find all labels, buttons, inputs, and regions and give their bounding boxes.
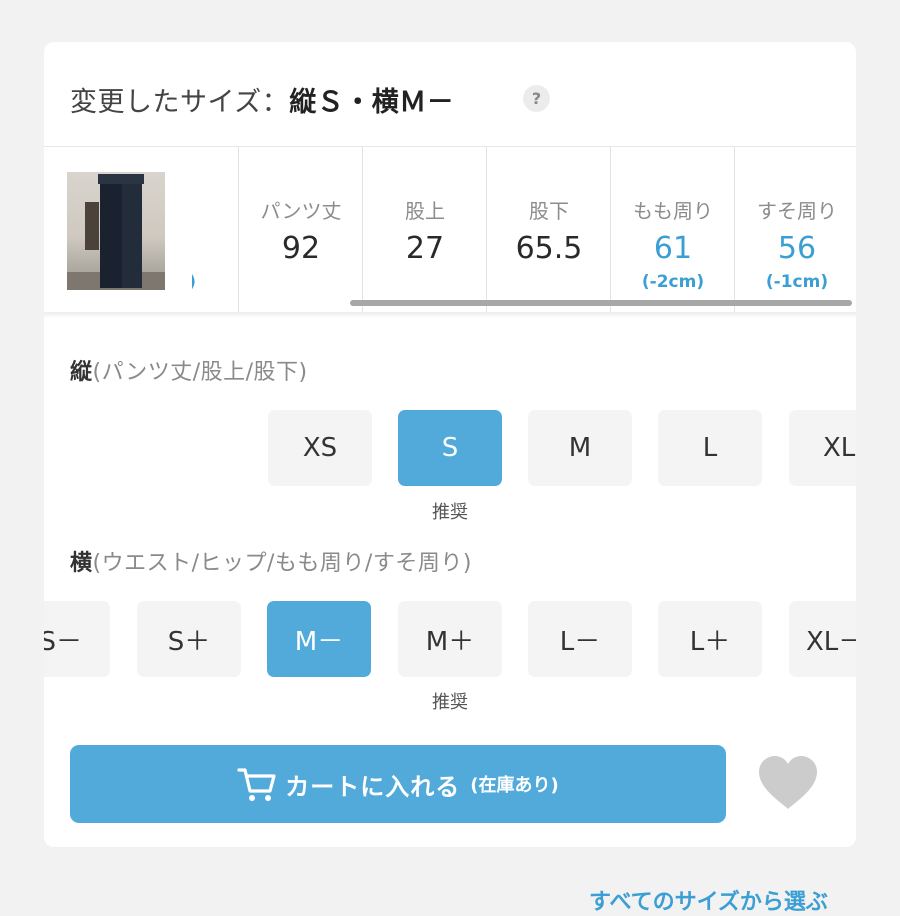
measurement-label: 股上 xyxy=(405,199,445,223)
measurement-column-pants-length: パンツ丈 92 xyxy=(238,147,363,313)
measurement-columns: プ ･ n) パンツ丈 92 股上 27 股下 65.5 もも周り 61 (-2… xyxy=(172,147,856,313)
measurement-column-hem: すそ周り 56 (-1cm) xyxy=(734,147,856,313)
size-button-l-minus[interactable]: L－ xyxy=(528,601,632,677)
measurement-column-thigh: もも周り 61 (-2cm) xyxy=(610,147,735,313)
cart-icon xyxy=(237,768,276,801)
size-button-s[interactable]: S xyxy=(398,410,502,486)
selected-size-value: 縦Ｓ・横Ｍ－ xyxy=(289,87,455,118)
measurement-label: すそ周り xyxy=(757,199,837,223)
page-title: 変更したサイズ：縦Ｓ・横Ｍ－ xyxy=(70,80,454,119)
add-to-cart-button[interactable]: カートに入れる (在庫あり) xyxy=(70,745,726,823)
measurement-diff: (-2cm) xyxy=(641,272,705,292)
measurement-strip[interactable]: プ ･ n) パンツ丈 92 股上 27 股下 65.5 もも周り 61 (-2… xyxy=(44,146,856,313)
vertical-head: 縦 xyxy=(70,360,93,385)
size-button-m-plus[interactable]: M＋ xyxy=(398,601,502,677)
size-button-xs[interactable]: XS xyxy=(268,410,372,486)
horizontal-head: 横 xyxy=(70,551,93,576)
measurement-label: パンツ丈 xyxy=(260,199,342,223)
product-thumbnail[interactable] xyxy=(67,172,165,290)
measurement-column-rise: 股上 27 xyxy=(362,147,487,313)
size-button-m[interactable]: M xyxy=(528,410,632,486)
stock-status: (在庫あり) xyxy=(470,775,559,796)
horizontal-size-label: 横(ウエスト/ヒップ/もも周り/すそ周り) xyxy=(70,545,472,577)
measurement-value: 65.5 xyxy=(515,231,583,266)
size-button-l[interactable]: L xyxy=(658,410,762,486)
horizontal-scrollbar[interactable] xyxy=(350,300,852,306)
size-button-l-plus[interactable]: L＋ xyxy=(658,601,762,677)
size-button-s-plus[interactable]: S＋ xyxy=(137,601,241,677)
product-thumbnail-container xyxy=(44,147,192,313)
size-button-s-minus[interactable]: S－ xyxy=(44,601,110,677)
size-button-xl-minus[interactable]: XL－ xyxy=(789,601,856,677)
measurement-value: 56 xyxy=(777,231,817,266)
horizontal-parts: (ウエスト/ヒップ/もも周り/すそ周り) xyxy=(92,551,472,576)
cart-label: カートに入れる xyxy=(285,772,461,801)
help-icon[interactable]: ? xyxy=(523,85,550,112)
measurement-label: 股下 xyxy=(529,199,569,223)
recommended-label: 推奨 xyxy=(432,692,468,713)
vertical-parts: (パンツ丈/股上/股下) xyxy=(92,360,308,385)
recommended-label: 推奨 xyxy=(432,502,468,523)
measurement-value: 92 xyxy=(281,231,321,266)
all-sizes-link[interactable]: すべてのサイズから選ぶ xyxy=(589,884,828,916)
measurement-column-inseam: 股下 65.5 xyxy=(486,147,611,313)
measurement-diff: (-1cm) xyxy=(765,272,829,292)
measurement-value: 61 xyxy=(653,231,693,266)
measurement-label: もも周り xyxy=(633,199,713,223)
size-card: 変更したサイズ：縦Ｓ・横Ｍ－ ? プ ･ n) パンツ丈 92 股上 27 股下… xyxy=(44,42,856,847)
title-prefix: 変更したサイズ： xyxy=(70,87,290,118)
size-button-m-minus[interactable]: M－ xyxy=(267,601,371,677)
measurement-value: 27 xyxy=(405,231,445,266)
size-button-xl[interactable]: XL xyxy=(789,410,856,486)
heart-icon[interactable] xyxy=(756,754,820,812)
vertical-size-label: 縦(パンツ丈/股上/股下) xyxy=(70,354,308,386)
